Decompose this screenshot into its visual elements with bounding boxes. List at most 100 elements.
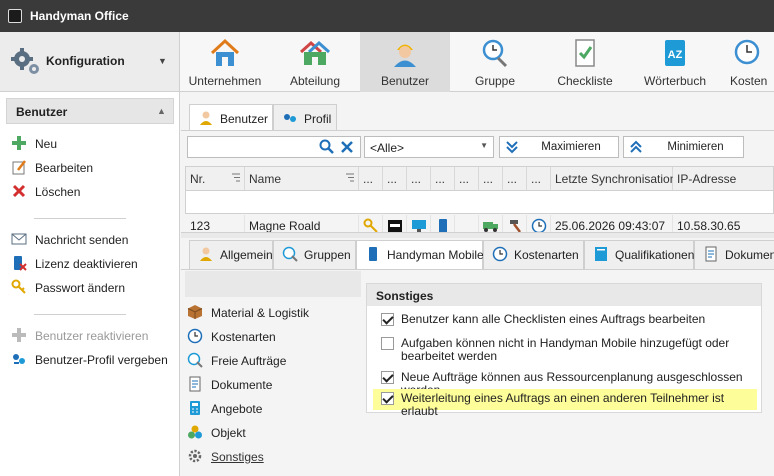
delete-x-icon xyxy=(12,184,26,198)
main-content: Benutzer Profil <Alle> ▼ Maximieren Mini… xyxy=(181,92,774,476)
tab-dokumente[interactable]: Dokumente xyxy=(694,240,774,270)
splitter[interactable] xyxy=(181,232,774,238)
module-title: Konfiguration xyxy=(46,54,125,68)
object-icon xyxy=(188,425,202,439)
double-chevron-up-icon xyxy=(630,140,642,153)
window-title: Handyman Office xyxy=(30,9,129,23)
title-bar: Handyman Office xyxy=(0,0,774,32)
sort-icon xyxy=(232,173,240,182)
plus-icon xyxy=(12,136,26,150)
checklist-icon xyxy=(575,39,595,67)
minimize-button[interactable]: Minimieren xyxy=(623,136,744,158)
tab-gruppen[interactable]: Gruppen xyxy=(273,240,356,270)
filter-select[interactable]: <Alle> ▼ xyxy=(364,136,494,158)
option-ressourcenplanung-ausschliessen[interactable]: Neue Aufträge können aus Ressourcenplanu… xyxy=(373,368,757,397)
house-icon xyxy=(210,38,240,66)
tab-benutzer[interactable]: Benutzer xyxy=(189,104,273,131)
column-header-name[interactable]: Name xyxy=(245,167,359,191)
column-header-nr[interactable]: Nr. xyxy=(186,167,245,191)
ribbon-woerterbuch[interactable]: AZ Wörterbuch xyxy=(630,32,720,92)
tab-profil[interactable]: Profil xyxy=(273,104,337,131)
divider xyxy=(181,130,774,131)
column-header-icon[interactable]: ... xyxy=(383,167,407,191)
action-panel: Benutzer ▲ Neu Bearbeiten Löschen Nachri… xyxy=(0,92,180,476)
user-icon xyxy=(200,111,212,125)
column-header-icon[interactable]: ... xyxy=(455,167,479,191)
subnav-dokumente[interactable]: Dokumente xyxy=(185,374,361,396)
search-icon[interactable] xyxy=(319,139,335,155)
ribbon-unternehmen[interactable]: Unternehmen xyxy=(180,32,270,92)
ribbon-abteilung[interactable]: Abteilung xyxy=(270,32,360,92)
table-row[interactable]: 123 Magne Roald 25.06.2026 09:43:07 10.5… xyxy=(186,191,773,237)
tab-kostenarten[interactable]: Kostenarten xyxy=(483,240,584,270)
certificate-icon xyxy=(595,247,607,261)
profile-assign-icon xyxy=(13,354,25,364)
key-icon xyxy=(11,279,26,294)
divider xyxy=(181,269,774,270)
column-header-icon[interactable]: ... xyxy=(407,167,431,191)
column-header-icon[interactable]: ... xyxy=(503,167,527,191)
action-panel-header[interactable]: Benutzer ▲ xyxy=(6,98,174,124)
chevron-down-icon[interactable]: ▼ xyxy=(158,56,167,66)
task-icon xyxy=(187,352,203,368)
subnav-material-logistik[interactable]: Material & Logistik xyxy=(185,302,361,324)
plus-icon xyxy=(12,328,26,342)
tab-allgemein[interactable]: Allgemein xyxy=(189,240,273,270)
checkbox[interactable] xyxy=(381,337,394,350)
divider xyxy=(34,314,126,315)
user-icon xyxy=(200,247,212,261)
ribbon-kosten[interactable]: Kosten xyxy=(720,32,774,92)
svg-text:AZ: AZ xyxy=(668,49,683,61)
detail-tabs: Allgemein Gruppen Handyman Mobile Kosten… xyxy=(181,240,774,270)
column-header-icon[interactable]: ... xyxy=(431,167,455,191)
column-header-ip[interactable]: IP-Adresse xyxy=(673,167,773,191)
users-grid: Nr. Name ... ... ... ... ... ... ... ...… xyxy=(185,166,774,237)
double-chevron-down-icon xyxy=(506,141,518,154)
envelope-icon xyxy=(11,233,27,245)
department-icon xyxy=(299,40,331,65)
checkbox[interactable] xyxy=(381,313,394,326)
column-header-icon[interactable]: ... xyxy=(527,167,551,191)
grid-toolbar: <Alle> ▼ Maximieren Minimieren xyxy=(185,136,774,162)
ribbon: Unternehmen Abteilung Benutzer Gruppe Ch… xyxy=(180,32,774,92)
chevron-down-icon: ▼ xyxy=(480,141,488,150)
tab-handyman-mobile[interactable]: Handyman Mobile xyxy=(356,240,484,270)
ribbon-gruppe[interactable]: Gruppe xyxy=(450,32,540,92)
group-clock-icon xyxy=(482,39,508,68)
option-weiterleitung-erlaubt[interactable]: Weiterleitung eines Auftrags an einen an… xyxy=(373,389,757,418)
ribbon-checkliste[interactable]: Checkliste xyxy=(540,32,630,92)
module-selector[interactable]: Konfiguration ▼ xyxy=(0,32,180,92)
column-header-icon[interactable]: ... xyxy=(479,167,503,191)
maximize-button[interactable]: Maximieren xyxy=(499,136,619,158)
document-icon xyxy=(705,246,717,262)
tab-qualifikationen[interactable]: Qualifikationen xyxy=(584,240,694,270)
option-checklisten-bearbeiten[interactable]: Benutzer kann alle Checklisten eines Auf… xyxy=(373,310,757,330)
subnav-angebote[interactable]: Angebote xyxy=(185,398,361,420)
checkbox[interactable] xyxy=(381,392,394,405)
sonstiges-group: Sonstiges Benutzer kann alle Checklisten… xyxy=(366,283,762,418)
column-header-icon[interactable]: ... xyxy=(359,167,383,191)
subnav-objekt[interactable]: Objekt xyxy=(185,422,361,444)
clear-icon[interactable] xyxy=(340,140,354,154)
option-aufgaben-nicht-hinzufuegen[interactable]: Aufgaben können nicht in Handyman Mobile… xyxy=(373,334,757,366)
group-clock-icon xyxy=(282,246,298,262)
chevron-up-icon[interactable]: ▲ xyxy=(157,106,166,116)
checkbox[interactable] xyxy=(381,371,394,384)
profile-icon xyxy=(284,114,296,122)
column-header-sync[interactable]: Letzte Synchronisation xyxy=(551,167,676,191)
app-icon xyxy=(8,9,22,23)
subnav-kostenarten[interactable]: Kostenarten xyxy=(185,326,361,348)
truck-icon xyxy=(483,222,498,232)
device-icon xyxy=(369,247,377,261)
box-icon xyxy=(187,305,203,319)
subnav: Material & Logistik Kostenarten Freie Au… xyxy=(185,272,365,476)
sort-icon xyxy=(346,173,354,182)
dictionary-icon: AZ xyxy=(665,40,685,66)
subnav-sonstiges[interactable]: Sonstiges xyxy=(185,446,361,468)
ribbon-benutzer[interactable]: Benutzer xyxy=(360,32,450,92)
device-disable-icon xyxy=(14,256,27,271)
divider xyxy=(34,218,126,219)
clock-icon xyxy=(492,246,508,262)
document-icon xyxy=(189,376,201,392)
subnav-freie-auftraege[interactable]: Freie Aufträge xyxy=(185,350,361,372)
